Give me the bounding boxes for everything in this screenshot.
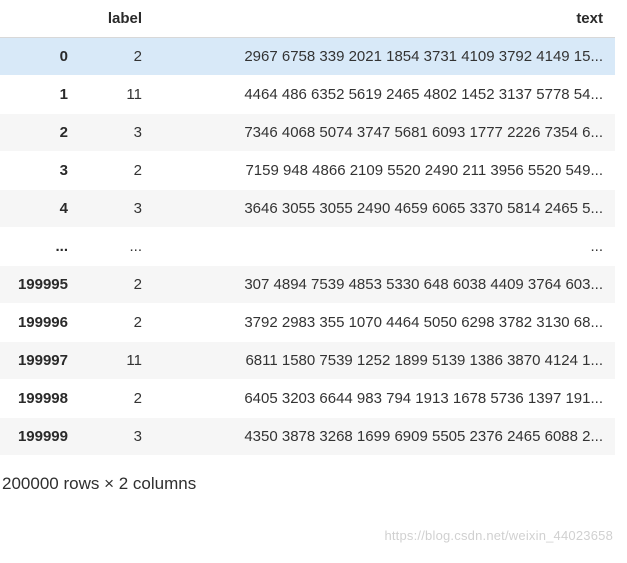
cell-label: 2	[82, 266, 154, 304]
cell-label: 11	[82, 342, 154, 380]
cell-label: 2	[82, 304, 154, 342]
table-row: 199997116811 1580 7539 1252 1899 5139 13…	[0, 342, 615, 380]
table-row: 327159 948 4866 2109 5520 2490 211 3956 …	[0, 152, 615, 190]
cell-text: ...	[154, 228, 615, 266]
watermark-text: https://blog.csdn.net/weixin_44023658	[384, 528, 613, 543]
row-index: 2	[0, 114, 82, 152]
cell-label: 3	[82, 190, 154, 228]
cell-text: 6811 1580 7539 1252 1899 5139 1386 3870 …	[154, 342, 615, 380]
table-row: 19999623792 2983 355 1070 4464 5050 6298…	[0, 304, 615, 342]
row-index: 199999	[0, 418, 82, 456]
row-index: 199996	[0, 304, 82, 342]
row-index: 1	[0, 76, 82, 114]
table-row: 19999934350 3878 3268 1699 6909 5505 237…	[0, 418, 615, 456]
cell-label: 11	[82, 76, 154, 114]
table-row: 1114464 486 6352 5619 2465 4802 1452 313…	[0, 76, 615, 114]
header-row: label text	[0, 0, 615, 38]
table-row: 19999826405 3203 6644 983 794 1913 1678 …	[0, 380, 615, 418]
row-index: 0	[0, 38, 82, 76]
row-index: 3	[0, 152, 82, 190]
row-index: 199995	[0, 266, 82, 304]
table-row: 433646 3055 3055 2490 4659 6065 3370 581…	[0, 190, 615, 228]
header-index	[0, 0, 82, 38]
cell-text: 6405 3203 6644 983 794 1913 1678 5736 13…	[154, 380, 615, 418]
cell-label: 2	[82, 152, 154, 190]
header-text: text	[154, 0, 615, 38]
shape-summary: 200000 rows × 2 columns	[0, 456, 627, 494]
dataframe-table: label text 022967 6758 339 2021 1854 373…	[0, 0, 615, 456]
table-row: 1999952307 4894 7539 4853 5330 648 6038 …	[0, 266, 615, 304]
cell-text: 307 4894 7539 4853 5330 648 6038 4409 37…	[154, 266, 615, 304]
row-index: ...	[0, 228, 82, 266]
cell-text: 7159 948 4866 2109 5520 2490 211 3956 55…	[154, 152, 615, 190]
row-index: 199997	[0, 342, 82, 380]
cell-text: 3792 2983 355 1070 4464 5050 6298 3782 3…	[154, 304, 615, 342]
dataframe-body: 022967 6758 339 2021 1854 3731 4109 3792…	[0, 38, 615, 456]
row-index: 199998	[0, 380, 82, 418]
header-label: label	[82, 0, 154, 38]
cell-label: 3	[82, 418, 154, 456]
cell-label: ...	[82, 228, 154, 266]
cell-text: 2967 6758 339 2021 1854 3731 4109 3792 4…	[154, 38, 615, 76]
row-index: 4	[0, 190, 82, 228]
cell-text: 7346 4068 5074 3747 5681 6093 1777 2226 …	[154, 114, 615, 152]
table-row: 237346 4068 5074 3747 5681 6093 1777 222…	[0, 114, 615, 152]
cell-label: 2	[82, 38, 154, 76]
cell-label: 2	[82, 380, 154, 418]
cell-label: 3	[82, 114, 154, 152]
cell-text: 3646 3055 3055 2490 4659 6065 3370 5814 …	[154, 190, 615, 228]
cell-text: 4464 486 6352 5619 2465 4802 1452 3137 5…	[154, 76, 615, 114]
cell-text: 4350 3878 3268 1699 6909 5505 2376 2465 …	[154, 418, 615, 456]
ellipsis-row: .........	[0, 228, 615, 266]
table-row: 022967 6758 339 2021 1854 3731 4109 3792…	[0, 38, 615, 76]
